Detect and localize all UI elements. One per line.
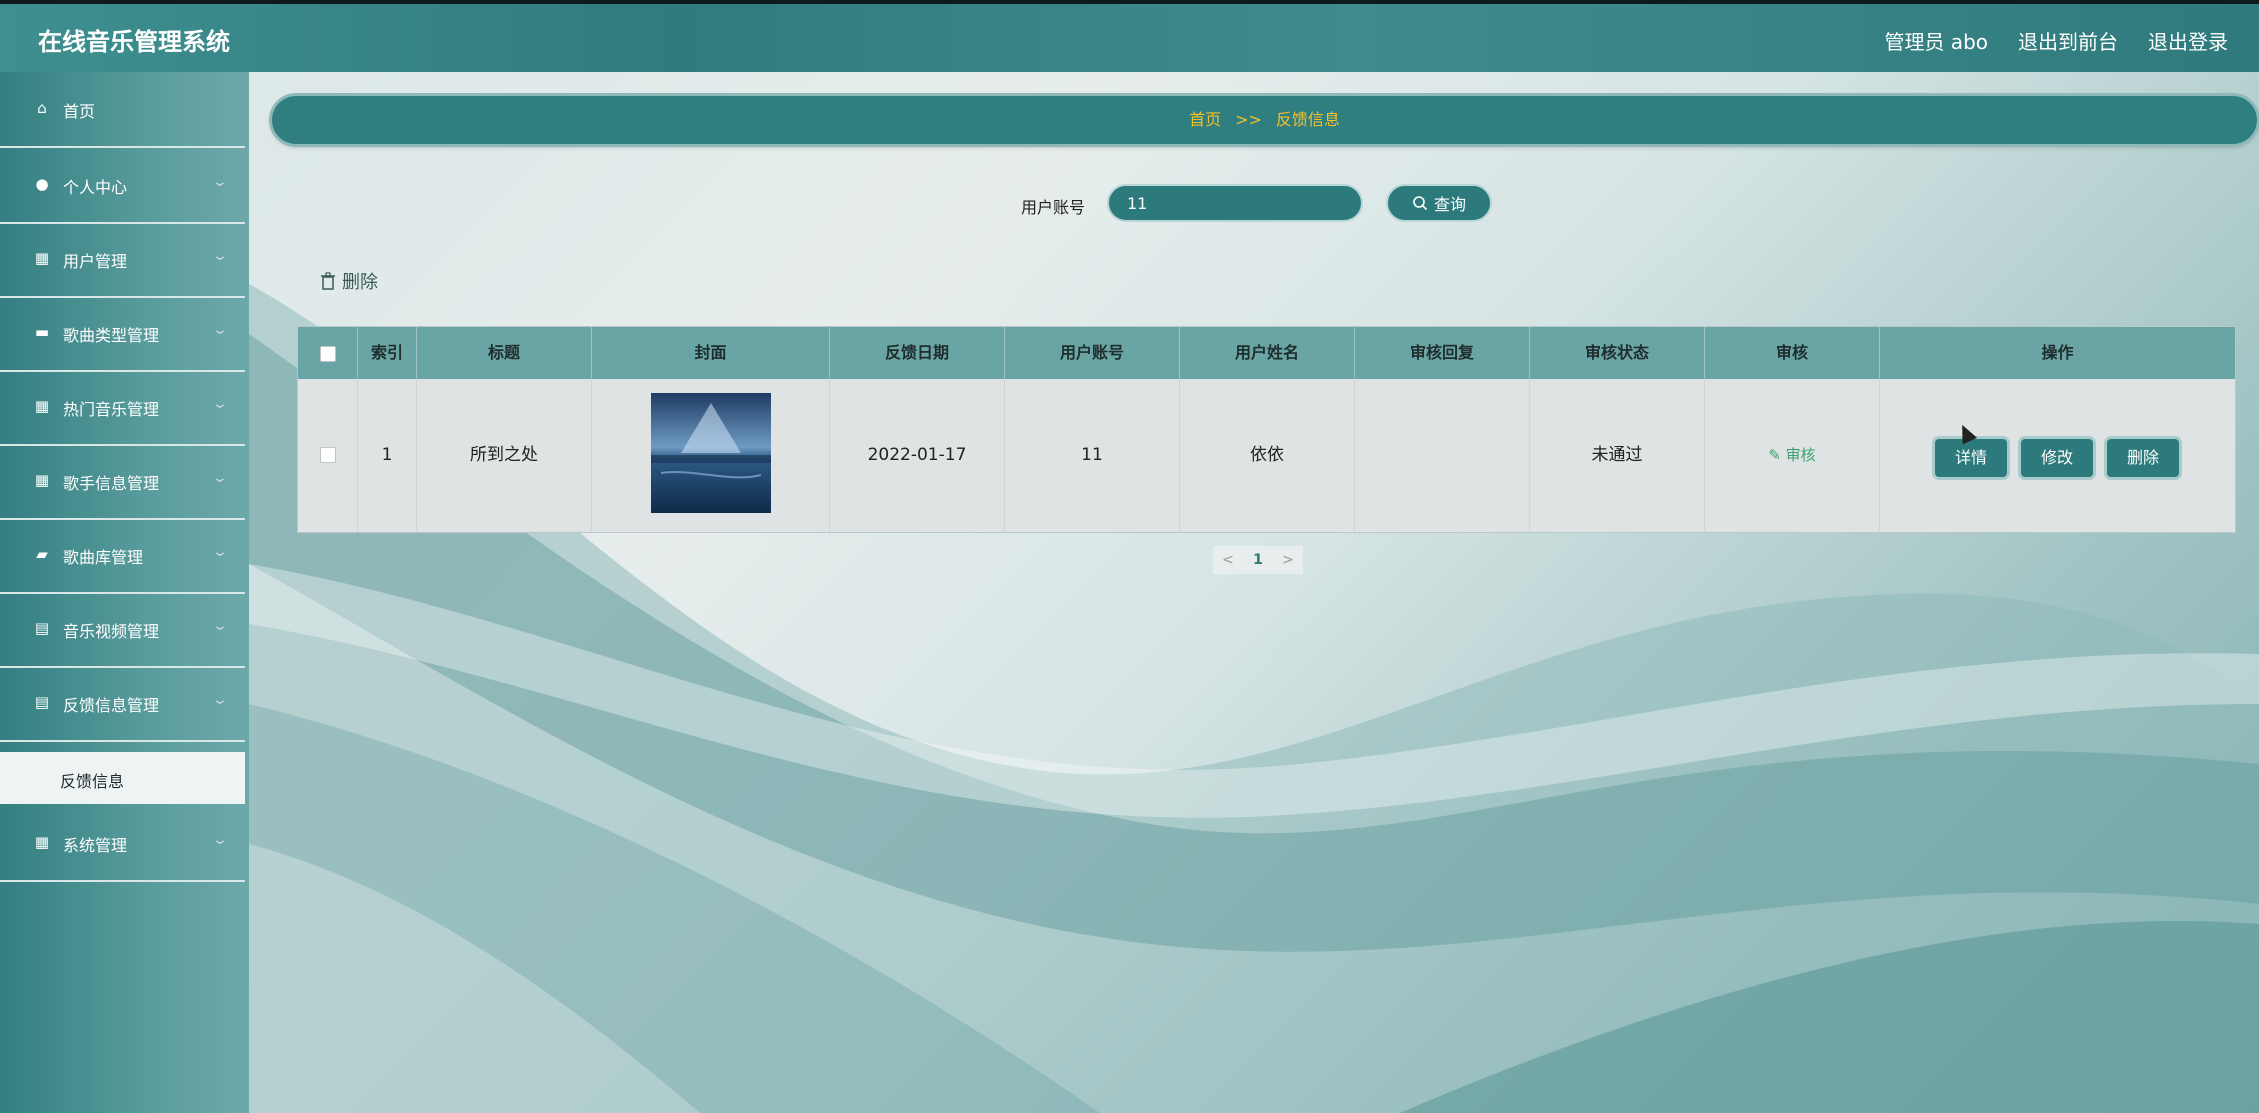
- row-checkbox[interactable]: [319, 447, 336, 463]
- sidebar-item-label: 歌曲库管理: [63, 548, 144, 567]
- ticket-icon: ▰: [36, 545, 48, 563]
- clipboard-icon: ▤: [34, 693, 50, 711]
- sidebar-item-system[interactable]: ▦ 系统管理 ⌄: [0, 806, 245, 882]
- sidebar-subitem-feedback-info[interactable]: 反馈信息: [0, 752, 245, 804]
- breadcrumb-separator: >>: [1235, 110, 1262, 129]
- sidebar-item-music-videos[interactable]: ▤ 音乐视频管理 ⌄: [0, 592, 245, 668]
- sidebar-item-label: 用户管理: [63, 252, 128, 271]
- audit-cell: ✎ 审核: [1705, 379, 1880, 532]
- title-cell: 所到之处: [417, 379, 592, 532]
- header-actions: 管理员 abo 退出到前台 退出登录: [1884, 26, 2228, 55]
- feedback-table: 索引 标题 封面 反馈日期 用户账号 用户姓名 审核回复 审核状态 审核 操作 …: [297, 326, 2236, 533]
- logout-link[interactable]: 退出登录: [2148, 26, 2228, 55]
- trash-icon: [321, 272, 335, 290]
- date-cell: 2022-01-17: [830, 379, 1005, 532]
- account-cell: 11: [1005, 379, 1180, 532]
- app-frame: 在线音乐管理系统 管理员 abo 退出到前台 退出登录 ⌂ 首页 ● 个人中心 …: [0, 4, 2259, 1113]
- chevron-down-icon: ⌄: [211, 544, 229, 560]
- sidebar-item-label: 系统管理: [63, 836, 128, 855]
- background-waves: [249, 284, 2259, 1113]
- column-header: 审核状态: [1530, 327, 1705, 379]
- breadcrumb-home[interactable]: 首页: [1189, 110, 1221, 129]
- sidebar-item-feedback[interactable]: ▤ 反馈信息管理 ⌄: [0, 666, 245, 742]
- delete-button[interactable]: 删除: [2107, 439, 2179, 477]
- column-header: 用户账号: [1005, 327, 1180, 379]
- chevron-down-icon: ⌄: [211, 248, 229, 264]
- user-icon: ●: [35, 175, 49, 193]
- chevron-down-icon: ⌄: [211, 396, 229, 412]
- table-header: 索引 标题 封面 反馈日期 用户账号 用户姓名 审核回复 审核状态 审核 操作: [298, 327, 2235, 379]
- detail-button[interactable]: 详情: [1935, 439, 2007, 477]
- column-header: 审核回复: [1355, 327, 1530, 379]
- chevron-down-icon: ⌄: [211, 322, 229, 338]
- sidebar-item-label: 歌曲类型管理: [63, 326, 160, 345]
- chevron-down-icon: ⌄: [211, 832, 229, 848]
- chevron-down-icon: ⌄: [211, 470, 229, 486]
- sidebar-item-label: 歌手信息管理: [63, 474, 160, 493]
- select-all-checkbox[interactable]: [319, 345, 336, 362]
- sidebar-item-profile[interactable]: ● 个人中心 ⌄: [0, 148, 245, 224]
- column-header: 标题: [417, 327, 592, 379]
- next-page-button[interactable]: >: [1273, 546, 1303, 574]
- sidebar-item-label: 反馈信息管理: [63, 696, 160, 715]
- chevron-down-icon: ⌄: [211, 174, 229, 190]
- back-to-front-link[interactable]: 退出到前台: [2018, 26, 2118, 55]
- search-button-label: 查询: [1433, 195, 1466, 214]
- clipboard-icon: ▤: [34, 619, 50, 637]
- reply-cell: [1355, 379, 1530, 532]
- index-cell: 1: [358, 379, 417, 532]
- top-header: 在线音乐管理系统 管理员 abo 退出到前台 退出登录: [0, 4, 2259, 72]
- sidebar-subitem-label: 反馈信息: [60, 772, 125, 791]
- column-header: 审核: [1705, 327, 1880, 379]
- sidebar-item-label: 首页: [63, 102, 96, 121]
- briefcase-icon: ▬: [34, 323, 50, 341]
- sidebar-item-users[interactable]: ▦ 用户管理 ⌄: [0, 222, 245, 298]
- breadcrumb-current: 反馈信息: [1275, 110, 1340, 129]
- edit-icon: ✎: [1768, 446, 1781, 464]
- breadcrumb: 首页 >> 反馈信息: [272, 96, 2257, 144]
- grid-icon: ▦: [34, 471, 50, 489]
- home-icon: ⌂: [37, 99, 47, 117]
- app-title: 在线音乐管理系统: [38, 28, 230, 56]
- column-header: 反馈日期: [830, 327, 1005, 379]
- sidebar-item-home[interactable]: ⌂ 首页: [0, 72, 245, 148]
- column-header: 操作: [2041, 343, 2074, 362]
- status-cell: 未通过: [1530, 379, 1705, 532]
- search-label: 用户账号: [1021, 198, 1086, 217]
- edit-button[interactable]: 修改: [2021, 439, 2093, 477]
- sidebar-item-song-library[interactable]: ▰ 歌曲库管理 ⌄: [0, 518, 245, 594]
- sidebar-item-label: 个人中心: [63, 178, 128, 197]
- sidebar-item-singers[interactable]: ▦ 歌手信息管理 ⌄: [0, 444, 245, 520]
- sidebar-item-label: 热门音乐管理: [63, 400, 160, 419]
- page-number[interactable]: 1: [1243, 546, 1273, 574]
- admin-label: 管理员 abo: [1884, 30, 1988, 54]
- grid-icon: ▦: [34, 833, 50, 851]
- sidebar: ⌂ 首页 ● 个人中心 ⌄ ▦ 用户管理 ⌄ ▬ 歌曲类型管理 ⌄ ▦ 热门音乐…: [0, 72, 249, 1113]
- row-select-cell: [298, 379, 358, 532]
- audit-link[interactable]: ✎ 审核: [1768, 446, 1815, 464]
- audit-link-label: 审核: [1785, 446, 1816, 464]
- pagination: < 1 >: [1213, 546, 1303, 574]
- name-cell: 依依: [1180, 379, 1355, 532]
- column-header: 用户姓名: [1180, 327, 1355, 379]
- sidebar-item-label: 音乐视频管理: [63, 622, 160, 641]
- account-search-input[interactable]: [1107, 184, 1363, 222]
- prev-page-button[interactable]: <: [1213, 546, 1243, 574]
- column-header: 封面: [592, 327, 830, 379]
- select-all-cell: [298, 327, 358, 379]
- sidebar-item-hot-music[interactable]: ▦ 热门音乐管理 ⌄: [0, 370, 245, 446]
- column-header: 索引: [358, 327, 417, 379]
- batch-delete-label: 删除: [342, 272, 378, 293]
- grid-icon: ▦: [34, 397, 50, 415]
- chevron-down-icon: ⌄: [211, 618, 229, 634]
- batch-delete-button[interactable]: 删除: [320, 268, 378, 294]
- search-button[interactable]: 查询: [1386, 184, 1492, 222]
- cover-image: [651, 393, 771, 513]
- grid-icon: ▦: [34, 249, 50, 267]
- search-icon: [1413, 196, 1428, 211]
- sidebar-item-song-types[interactable]: ▬ 歌曲类型管理 ⌄: [0, 296, 245, 372]
- chevron-up-icon: ⌄: [211, 692, 229, 708]
